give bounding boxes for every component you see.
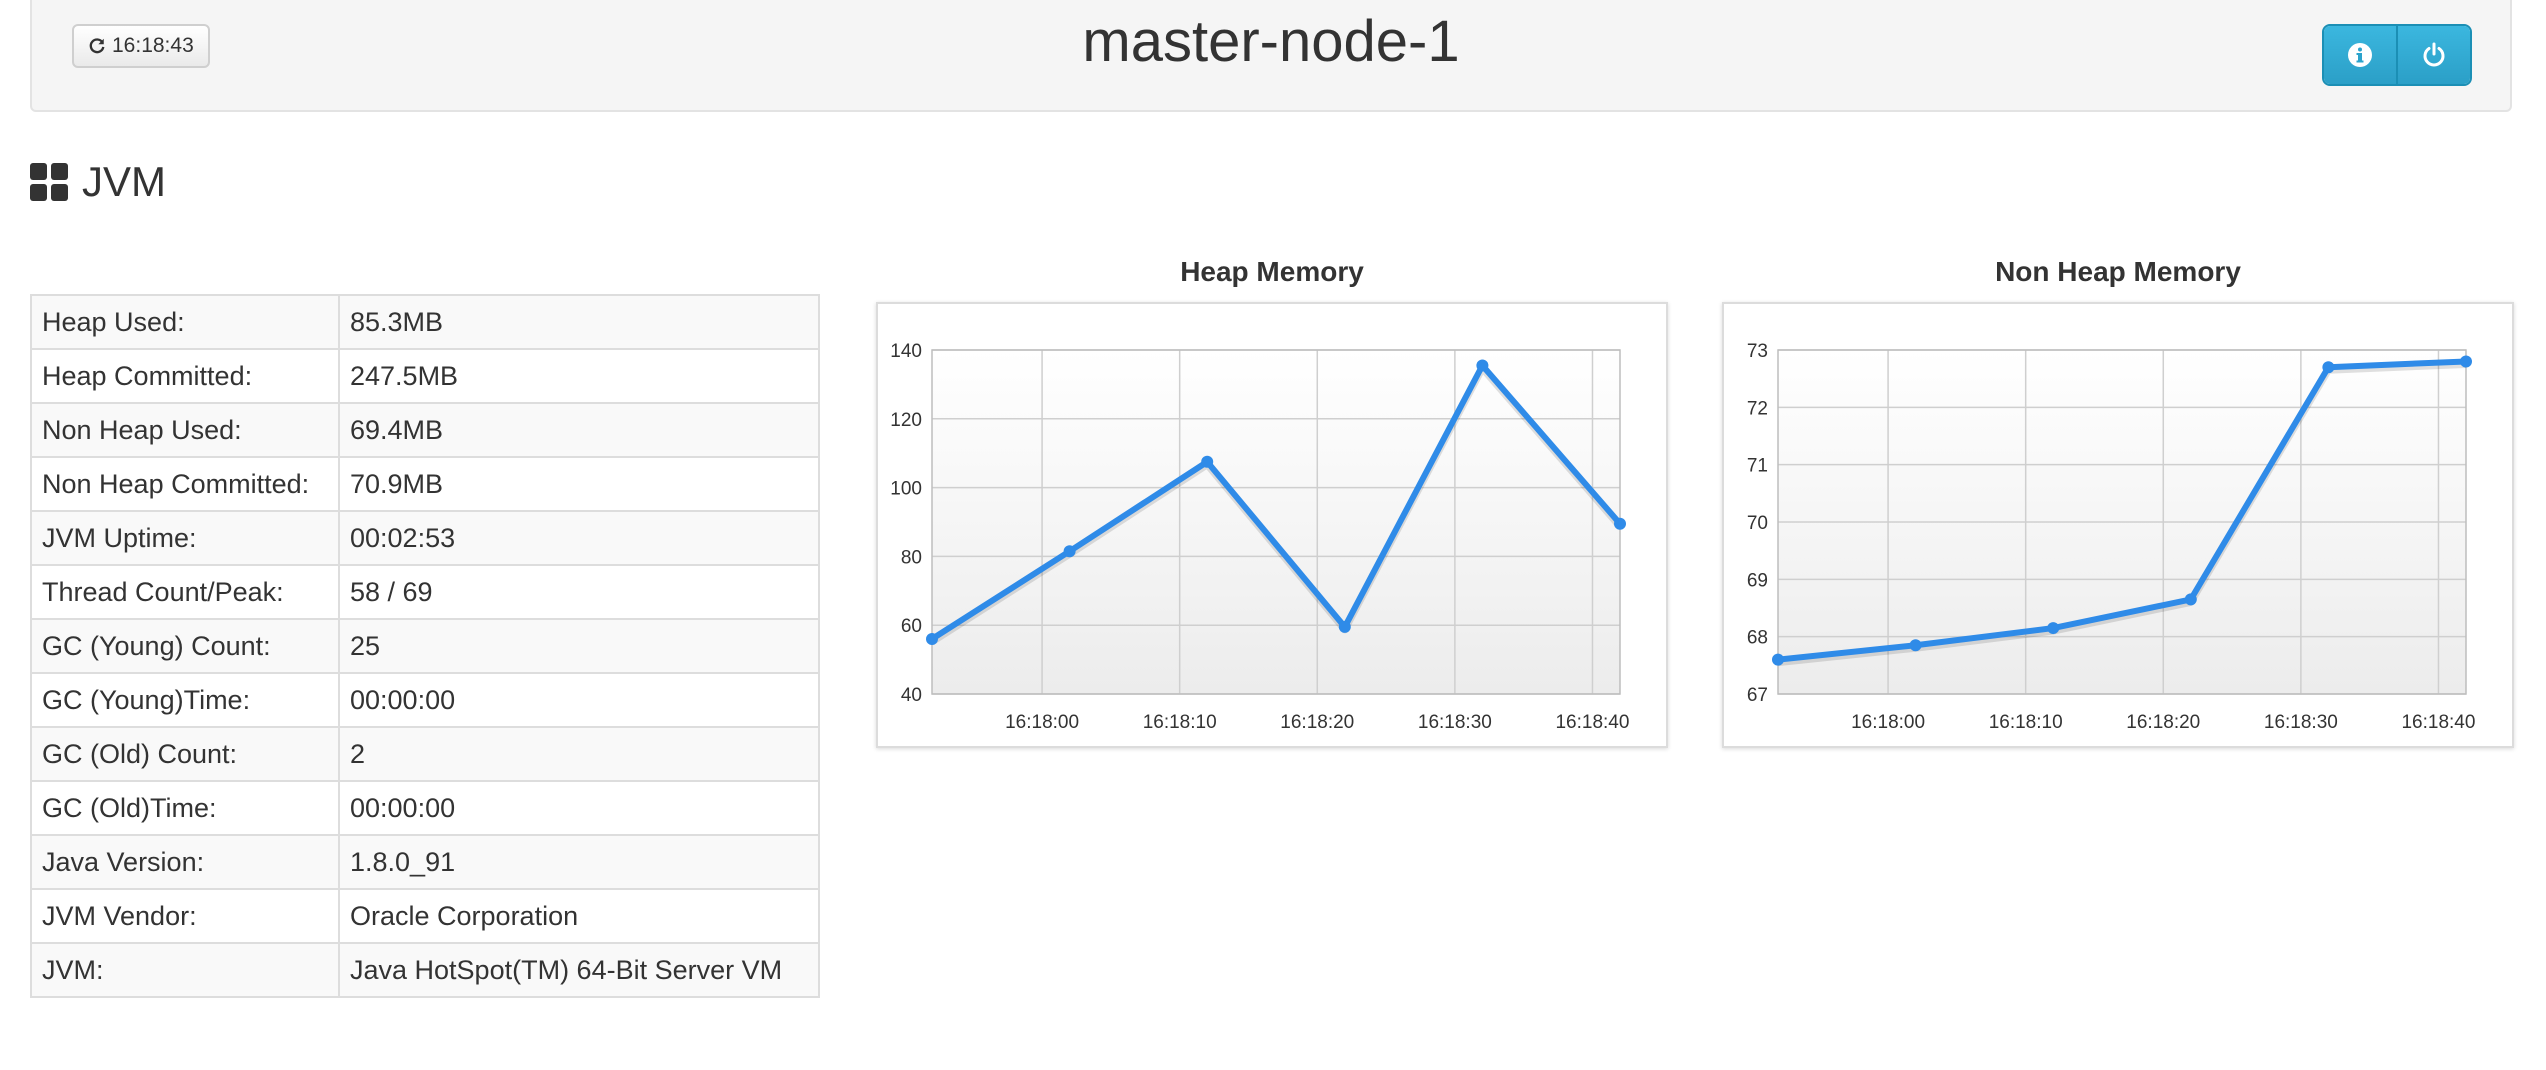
stat-value: Oracle Corporation — [338, 888, 820, 944]
y-tick-label: 120 — [890, 410, 922, 431]
x-tick-label: 16:18:00 — [1851, 712, 1925, 733]
stat-label: Heap Used: — [30, 294, 340, 350]
data-point — [2460, 355, 2472, 368]
x-tick-label: 16:18:40 — [1555, 712, 1629, 733]
jvm-stats-table: Heap Used: 85.3MB Heap Committed: 247.5MB … — [30, 294, 820, 998]
stat-label: JVM Uptime: — [30, 510, 340, 566]
stat-value: 25 — [338, 618, 820, 674]
y-tick-label: 67 — [1747, 685, 1768, 706]
data-point — [1338, 620, 1351, 633]
x-tick-label: 16:18:40 — [2401, 712, 2475, 733]
table-row: JVM Vendor: Oracle Corporation — [30, 888, 820, 944]
x-tick-label: 16:18:00 — [1005, 712, 1079, 733]
table-row: Non Heap Used: 69.4MB — [30, 402, 820, 458]
stat-value: Java HotSpot(TM) 64-Bit Server VM — [338, 942, 820, 998]
y-tick-label: 60 — [901, 616, 922, 637]
stat-label: JVM Vendor: — [30, 888, 340, 944]
stat-label: GC (Old) Count: — [30, 726, 340, 782]
stat-value: 58 / 69 — [338, 564, 820, 620]
table-row: GC (Young) Count: 25 — [30, 618, 820, 674]
table-row: Heap Used: 85.3MB — [30, 294, 820, 350]
stat-value: 2 — [338, 726, 820, 782]
stat-value: 00:00:00 — [338, 780, 820, 836]
y-tick-label: 69 — [1747, 570, 1768, 591]
x-tick-label: 16:18:30 — [1418, 712, 1492, 733]
data-point — [2184, 593, 2197, 606]
x-tick-label: 16:18:30 — [2264, 712, 2338, 733]
stat-label: JVM: — [30, 942, 340, 998]
table-row: Java Version: 1.8.0_91 — [30, 834, 820, 890]
data-point — [1909, 639, 1922, 652]
stat-label: Non Heap Used: — [30, 402, 340, 458]
stat-value: 70.9MB — [338, 456, 820, 512]
heap-memory-plot: 40 60 80 100 120 140 16:18:00 16:18:10 16:18:20 1… — [890, 341, 1629, 733]
table-row: Thread Count/Peak: 58 / 69 — [30, 564, 820, 620]
stat-value: 1.8.0_91 — [338, 834, 820, 890]
chart-panel: 40 60 80 100 120 140 16:18:00 16:18:10 16:18:20 1… — [876, 302, 1668, 748]
table-row: JVM: Java HotSpot(TM) 64-Bit Server VM — [30, 942, 820, 998]
y-tick-label: 73 — [1747, 341, 1768, 362]
y-tick-label: 140 — [890, 341, 922, 362]
stat-value: 69.4MB — [338, 402, 820, 458]
table-row: GC (Old)Time: 00:00:00 — [30, 780, 820, 836]
header-button-group — [2322, 24, 2472, 86]
stat-label: Thread Count/Peak: — [30, 564, 340, 620]
x-tick-label: 16:18:20 — [1280, 712, 1354, 733]
non-heap-memory-chart: Non Heap Memory 67 68 69 70 71 72 73 16:18:00 16… — [1722, 256, 2514, 756]
chart-title: Non Heap Memory — [1995, 256, 2241, 287]
stat-value: 247.5MB — [338, 348, 820, 404]
table-row: GC (Young)Time: 00:00:00 — [30, 672, 820, 728]
stat-label: Heap Committed: — [30, 348, 340, 404]
chart-title: Heap Memory — [1180, 256, 1364, 287]
table-row: Non Heap Committed: 70.9MB — [30, 456, 820, 512]
table-row: Heap Committed: 247.5MB — [30, 348, 820, 404]
stat-label: GC (Young)Time: — [30, 672, 340, 728]
info-button[interactable] — [2324, 26, 2396, 84]
top-navbar: 16:18:43 master-node-1 — [30, 0, 2512, 112]
stat-label: Java Version: — [30, 834, 340, 890]
data-point — [926, 632, 938, 645]
table-row: GC (Old) Count: 2 — [30, 726, 820, 782]
power-button[interactable] — [2396, 26, 2470, 84]
node-title: master-node-1 — [1082, 9, 1460, 74]
heap-memory-chart: Heap Memory 40 60 80 100 120 140 16:18:00 16:18… — [876, 256, 1668, 756]
power-icon — [2423, 42, 2445, 67]
y-tick-label: 70 — [1747, 513, 1768, 534]
y-tick-label: 68 — [1747, 628, 1768, 649]
non-heap-memory-plot: 67 68 69 70 71 72 73 16:18:00 16:18:10 16:18:20 16… — [1747, 341, 2476, 733]
section-heading: JVM — [30, 158, 166, 206]
data-point — [1063, 545, 1076, 558]
data-point — [1614, 517, 1626, 530]
stat-label: Non Heap Committed: — [30, 456, 340, 512]
x-tick-label: 16:18:10 — [1989, 712, 2063, 733]
data-point — [1201, 455, 1214, 468]
stat-value: 00:02:53 — [338, 510, 820, 566]
x-tick-label: 16:18:20 — [2126, 712, 2200, 733]
y-tick-label: 40 — [901, 685, 922, 706]
info-icon — [2348, 43, 2372, 67]
data-point — [2047, 622, 2060, 635]
y-tick-label: 72 — [1747, 398, 1768, 419]
y-tick-label: 100 — [890, 479, 922, 500]
stat-label: GC (Old)Time: — [30, 780, 340, 836]
stat-value: 00:00:00 — [338, 672, 820, 728]
section-title: JVM — [82, 158, 166, 205]
stat-value: 85.3MB — [338, 294, 820, 350]
chart-panel: 67 68 69 70 71 72 73 16:18:00 16:18:10 16:18:20 16… — [1722, 302, 2514, 748]
x-tick-label: 16:18:10 — [1143, 712, 1217, 733]
data-point — [1772, 653, 1784, 666]
stat-label: GC (Young) Count: — [30, 618, 340, 674]
data-point — [2322, 361, 2335, 374]
table-row: JVM Uptime: 00:02:53 — [30, 510, 820, 566]
y-tick-label: 71 — [1747, 456, 1768, 477]
data-point — [1476, 359, 1489, 372]
dashboard-icon — [30, 163, 68, 201]
y-tick-label: 80 — [901, 547, 922, 568]
